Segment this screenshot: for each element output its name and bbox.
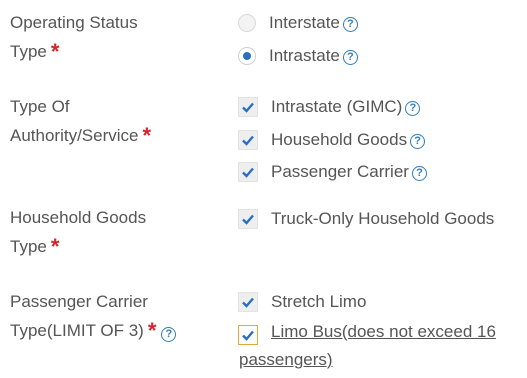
checkbox-option-passenger-carrier[interactable]: Passenger Carrier ? bbox=[238, 160, 427, 184]
limo-bus-label-line1[interactable]: Limo Bus(does not exceed 16 bbox=[271, 322, 496, 342]
operating-status-label: Operating Status Type * bbox=[10, 9, 138, 65]
checkbox-option-stretch-limo[interactable]: Stretch Limo bbox=[238, 290, 366, 314]
operating-status-label-line1: Operating Status bbox=[10, 13, 138, 32]
radio-interstate-label: Interstate bbox=[269, 13, 340, 32]
passenger-carrier-label-line1: Passenger Carrier bbox=[10, 292, 148, 311]
checkbox-truck-only-label: Truck-Only Household Goods bbox=[271, 209, 495, 228]
check-icon bbox=[242, 297, 254, 308]
help-icon[interactable]: ? bbox=[411, 165, 427, 181]
check-icon bbox=[242, 330, 254, 341]
passenger-carrier-type-label: Passenger Carrier Type(LIMIT OF 3) *? bbox=[10, 288, 177, 344]
check-icon bbox=[242, 102, 254, 113]
check-icon bbox=[242, 214, 254, 225]
authority-service-label-line2: Authority/Service bbox=[10, 126, 139, 145]
radio-selected-dot bbox=[243, 52, 251, 60]
checkbox-household-goods-label: Household Goods bbox=[271, 130, 408, 149]
checkbox-truck-only[interactable] bbox=[238, 209, 258, 229]
radio-interstate[interactable] bbox=[238, 14, 256, 32]
checkbox-stretch-limo-label: Stretch Limo bbox=[271, 292, 367, 311]
checkbox-passenger-carrier-label: Passenger Carrier bbox=[271, 162, 409, 181]
help-icon[interactable]: ? bbox=[161, 327, 177, 342]
help-icon[interactable]: ? bbox=[342, 16, 358, 32]
help-icon[interactable]: ? bbox=[410, 133, 426, 149]
check-icon bbox=[242, 135, 254, 146]
required-marker: * bbox=[142, 123, 152, 148]
checkbox-stretch-limo[interactable] bbox=[238, 292, 258, 312]
authority-service-label: Type Of Authority/Service * bbox=[10, 93, 151, 149]
help-icon[interactable]: ? bbox=[342, 49, 358, 65]
household-goods-label-line2: Type bbox=[10, 237, 47, 256]
radio-intrastate-label: Intrastate bbox=[269, 46, 340, 65]
household-goods-label-line1: Household Goods bbox=[10, 208, 147, 227]
radio-option-intrastate[interactable]: Intrastate ? bbox=[238, 44, 358, 68]
checkbox-intrastate-gimc[interactable] bbox=[238, 97, 258, 117]
checkbox-option-truck-only[interactable]: Truck-Only Household Goods bbox=[238, 207, 494, 231]
required-marker: * bbox=[50, 234, 60, 259]
authority-service-label-line1: Type Of bbox=[10, 97, 70, 116]
operating-status-label-line2: Type bbox=[10, 42, 47, 61]
radio-intrastate[interactable] bbox=[238, 47, 256, 65]
checkbox-limo-bus[interactable] bbox=[238, 325, 258, 345]
check-icon bbox=[242, 167, 254, 178]
radio-option-interstate[interactable]: Interstate ? bbox=[238, 11, 358, 35]
required-marker: * bbox=[147, 318, 157, 343]
required-marker: * bbox=[50, 39, 60, 64]
limo-bus-label-line2[interactable]: passengers) bbox=[239, 350, 333, 370]
passenger-carrier-label-line2: Type(LIMIT OF 3) bbox=[10, 321, 144, 340]
household-goods-type-label: Household Goods Type * bbox=[10, 204, 146, 260]
help-icon[interactable]: ? bbox=[405, 100, 421, 116]
checkbox-passenger-carrier[interactable] bbox=[238, 162, 258, 182]
checkbox-household-goods[interactable] bbox=[238, 130, 258, 150]
checkbox-intrastate-gimc-label: Intrastate (GIMC) bbox=[271, 97, 403, 116]
checkbox-option-household-goods[interactable]: Household Goods ? bbox=[238, 128, 426, 152]
checkbox-option-limo-bus[interactable] bbox=[238, 323, 258, 347]
checkbox-option-intrastate-gimc[interactable]: Intrastate (GIMC) ? bbox=[238, 95, 421, 119]
